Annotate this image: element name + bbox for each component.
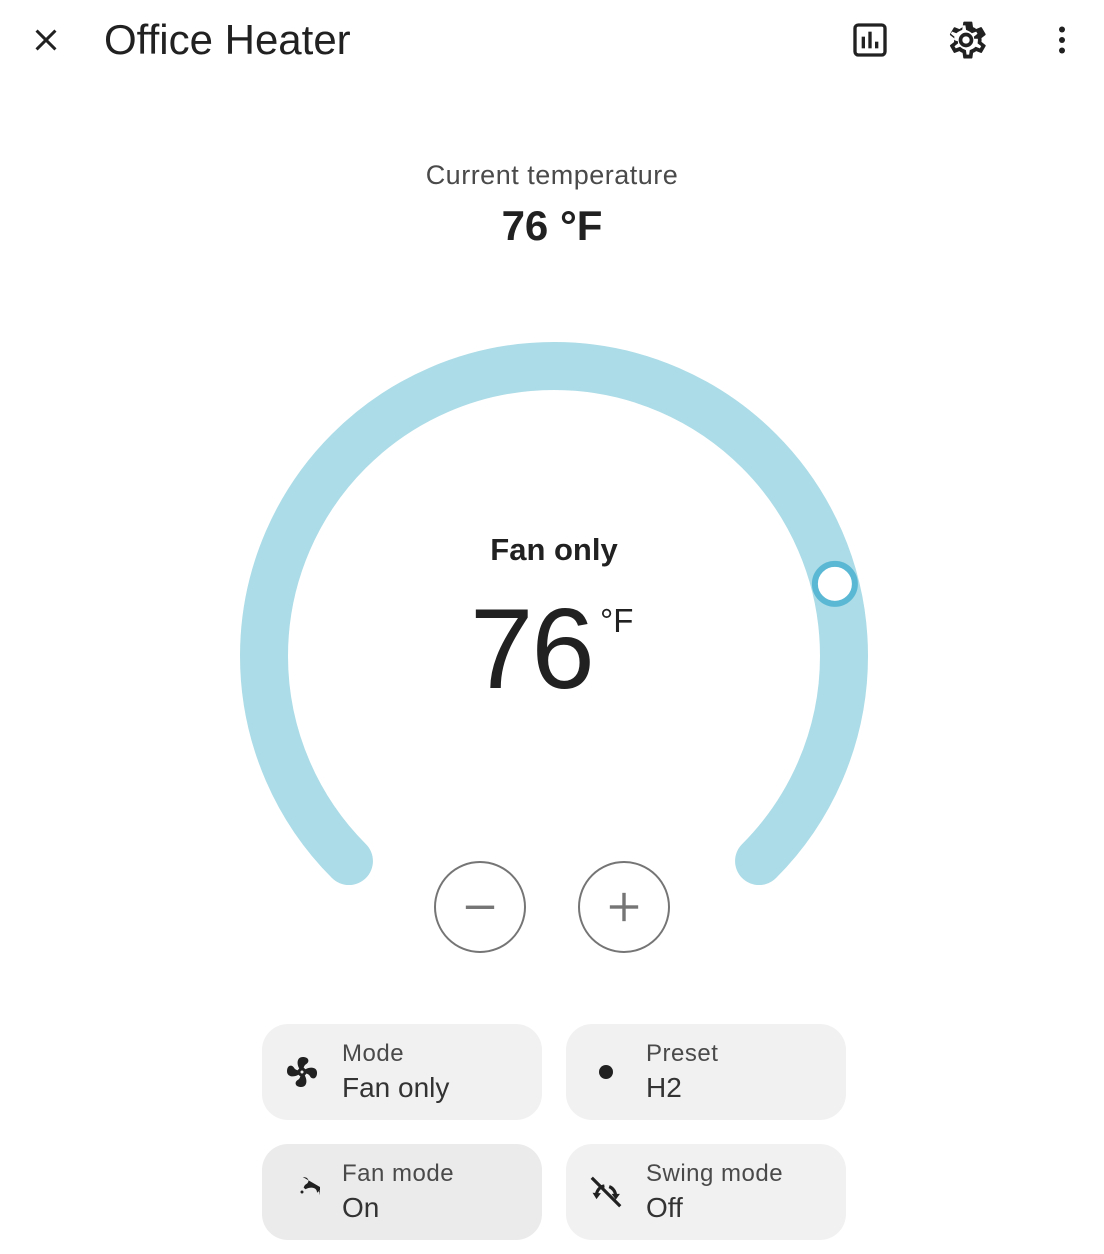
increase-temperature-button[interactable] [578, 861, 670, 953]
fan-mode-tile-label: Fan mode [342, 1160, 455, 1187]
swing-off-icon [590, 1176, 622, 1208]
target-temperature-unit: °F [600, 602, 634, 639]
preset-tile[interactable]: Preset H2 [566, 1024, 846, 1120]
mode-tile[interactable]: Mode Fan only [262, 1024, 542, 1120]
dial-knob[interactable] [811, 560, 858, 607]
hvac-mode-label: Fan only [490, 532, 618, 567]
swing-mode-tile-value: Off [646, 1192, 683, 1223]
fan-icon [300, 1177, 320, 1195]
minus-icon [465, 905, 495, 909]
target-temperature-value: 76 [470, 586, 595, 713]
preset-tile-value: H2 [646, 1072, 682, 1103]
swing-mode-tile[interactable]: Swing mode Off [566, 1144, 846, 1240]
plus-icon [609, 892, 639, 922]
mode-tile-value: Fan only [342, 1072, 450, 1103]
thermostat-dial[interactable] [0, 0, 1104, 1000]
mode-tile-label: Mode [342, 1040, 405, 1067]
swing-mode-tile-label: Swing mode [646, 1160, 784, 1187]
dot-icon [599, 1065, 613, 1079]
fan-icon [287, 1057, 318, 1087]
fan-mode-tile[interactable]: Fan mode On [262, 1144, 542, 1240]
preset-tile-label: Preset [646, 1040, 719, 1067]
fan-mode-tile-value: On [342, 1192, 380, 1223]
decrease-temperature-button[interactable] [434, 861, 526, 953]
